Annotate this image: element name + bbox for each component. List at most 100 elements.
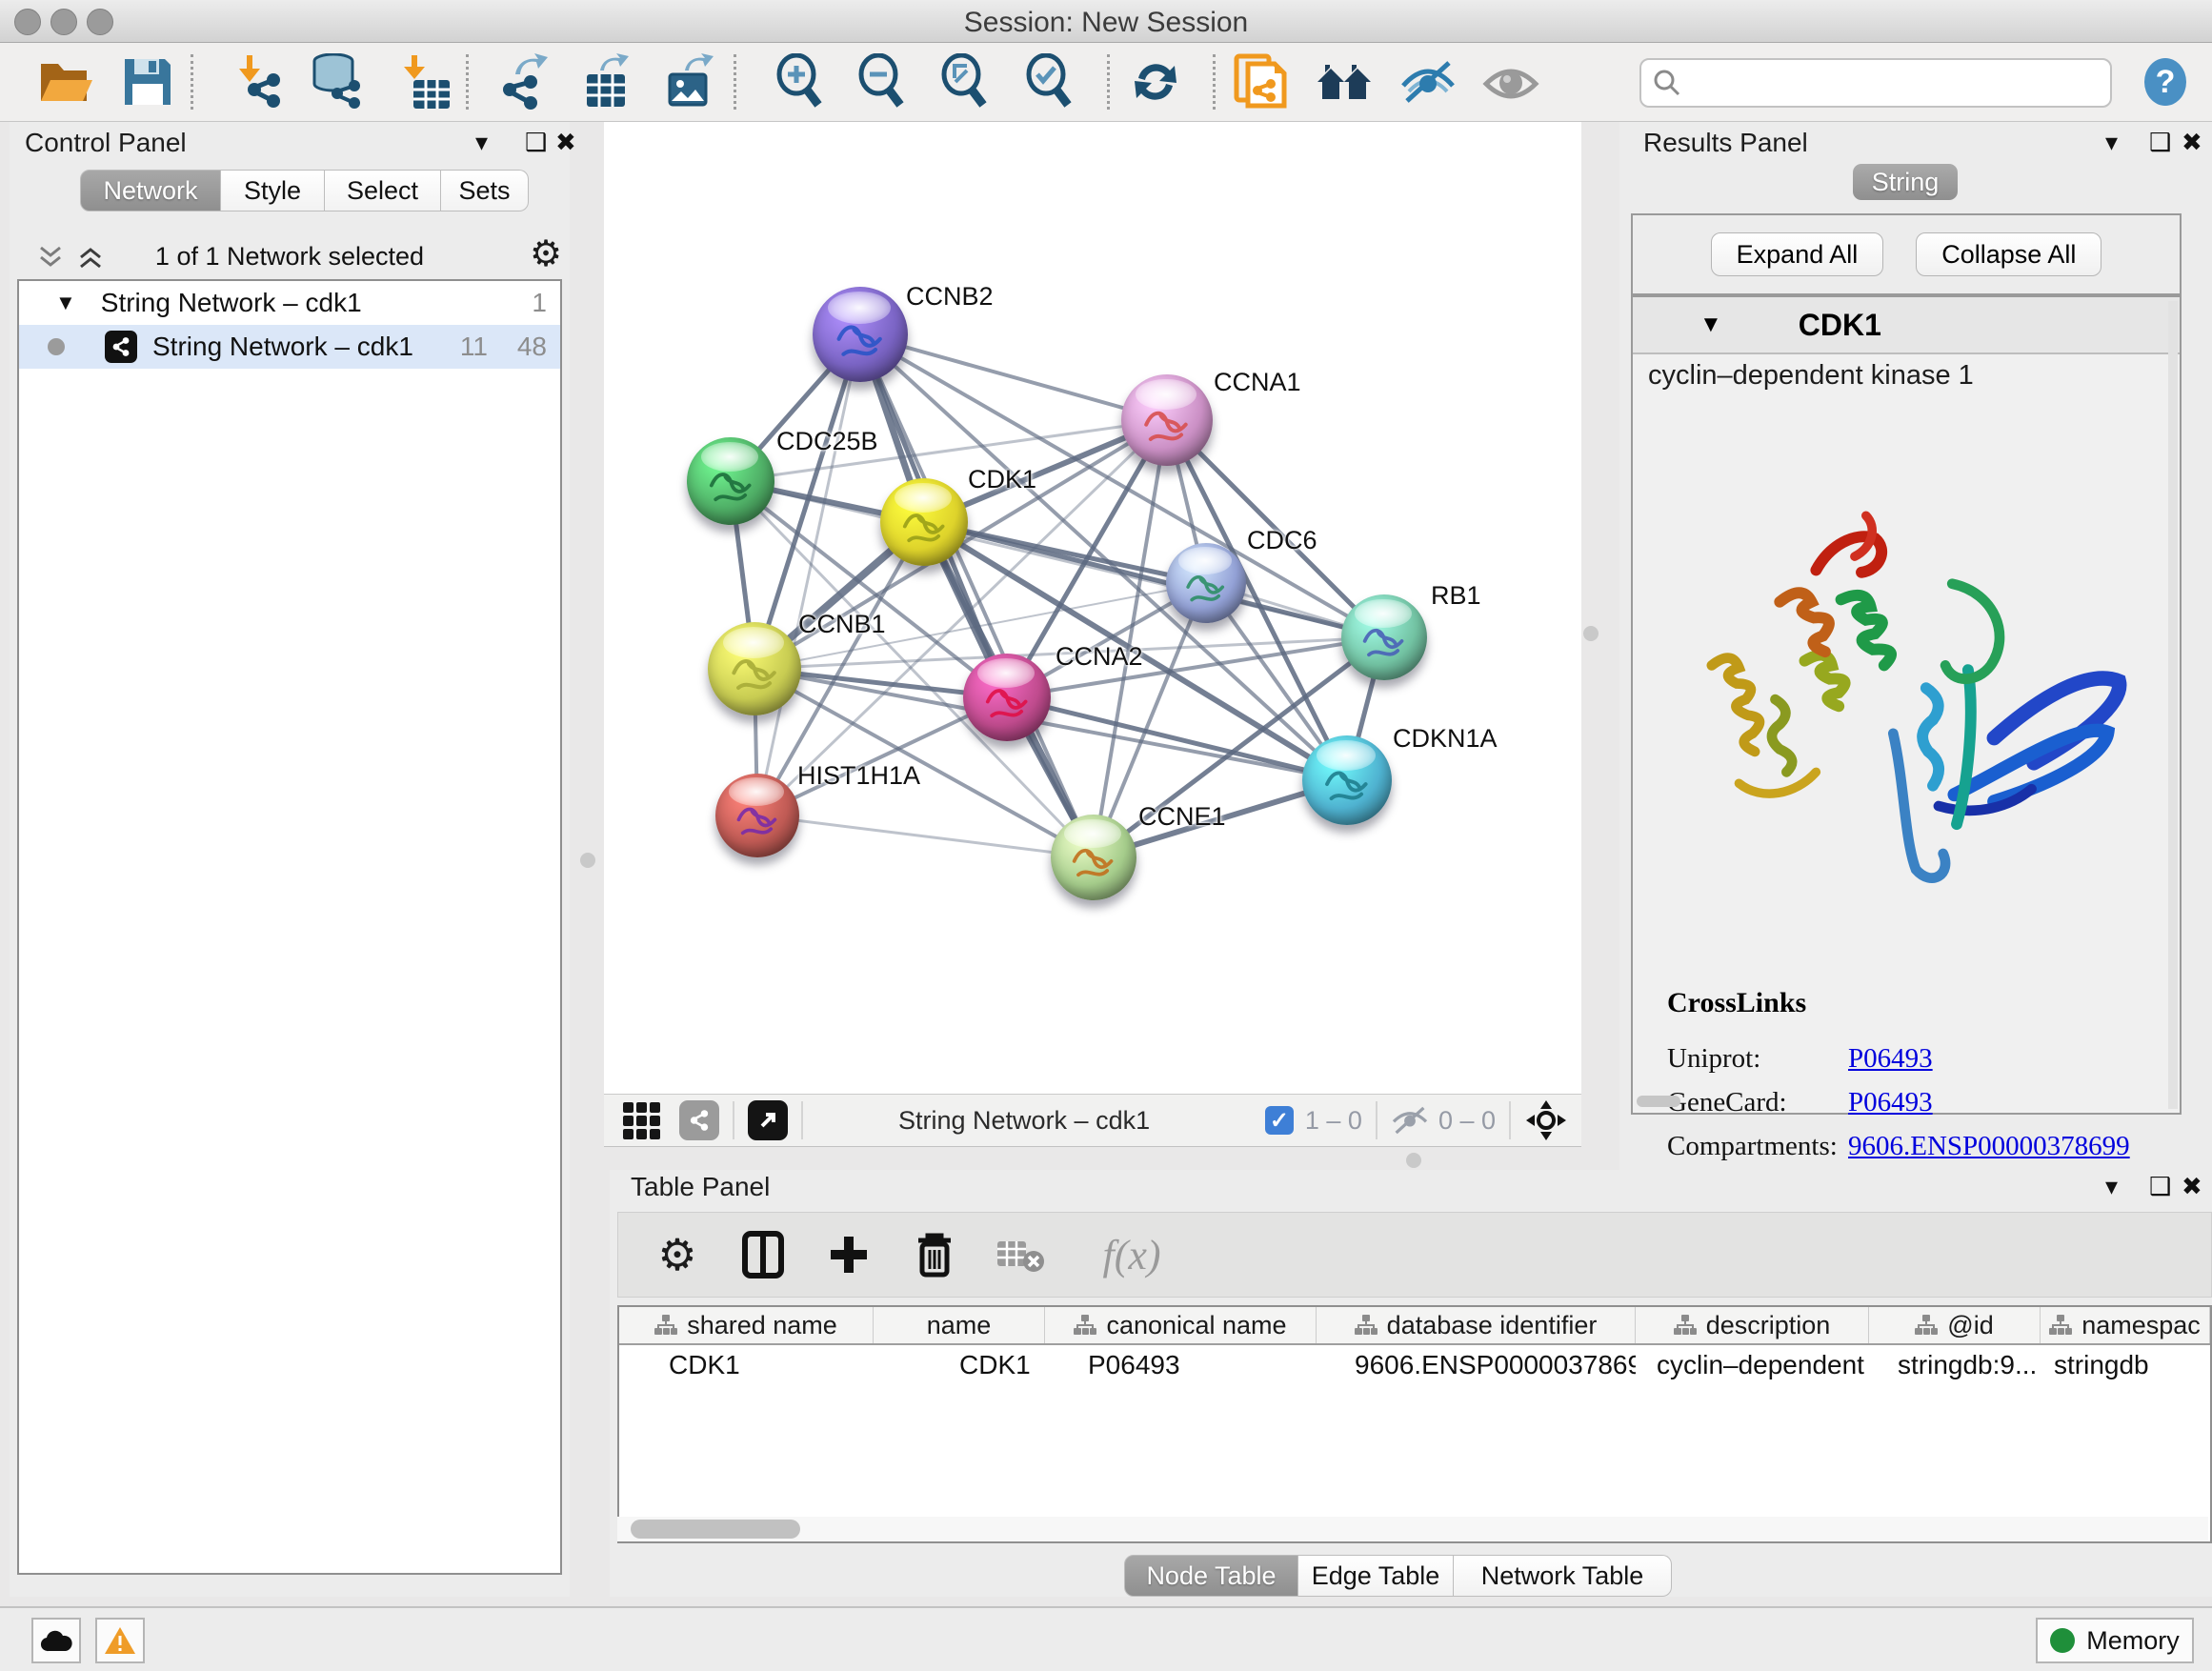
table-cell[interactable]: CDK1 [874,1350,1045,1380]
export-image-button[interactable] [660,52,719,111]
table-cell[interactable]: stringdb [2041,1350,2210,1380]
card-hscroll-thumb[interactable] [1637,1096,1680,1107]
search-input[interactable] [1689,68,2110,99]
table-hscrollbar[interactable] [617,1517,2208,1541]
network-node-CDK1[interactable] [880,478,968,566]
network-node-HIST1H1A[interactable] [715,774,799,857]
zoom-selected-button[interactable] [1020,52,1079,111]
network-node-CCNE1[interactable] [1051,815,1136,900]
help-button[interactable]: ? [2136,52,2195,111]
tab-style[interactable]: Style [221,170,325,211]
hide-selected-button[interactable] [1398,52,1458,111]
delete-column-icon[interactable] [908,1228,961,1281]
bottom-splitter-handle[interactable] [1406,1153,1421,1168]
panel-close-icon[interactable]: ✖ [2182,1172,2202,1201]
import-network-from-database-button[interactable] [308,52,367,111]
network-node-CCNB1[interactable] [708,622,801,715]
add-column-icon[interactable] [822,1228,875,1281]
selected-counts: 1 – 0 [1305,1106,1362,1136]
collapse-all-button[interactable]: Collapse All [1916,232,2101,276]
network-node-CDC25B[interactable] [687,437,774,525]
network-node-CDC6[interactable] [1166,543,1246,623]
search-box[interactable] [1639,58,2112,108]
refresh-layout-button[interactable] [1126,52,1185,111]
right-splitter-handle[interactable] [1583,626,1599,641]
eye-icon [1482,57,1539,107]
network-list: ▼ String Network – cdk1 1 String Network… [17,279,562,1575]
import-network-button[interactable] [228,52,287,111]
tab-network-table[interactable]: Network Table [1454,1555,1672,1597]
table-cell[interactable]: 9606.ENSP00000378699 [1317,1350,1636,1380]
card-vscroll-track[interactable] [2168,301,2178,1109]
left-splitter-handle[interactable] [580,853,595,868]
panel-close-icon[interactable]: ✖ [2182,128,2202,157]
crosslink-link[interactable]: P06493 [1848,1087,1933,1118]
import-table-button[interactable] [395,52,454,111]
tab-network[interactable]: Network [80,170,221,211]
network-node-CCNB2[interactable] [813,287,908,382]
panel-undock-icon[interactable]: ❑ [525,128,547,157]
tab-node-table[interactable]: Node Table [1124,1555,1298,1597]
tab-string[interactable]: String [1853,164,1958,200]
open-session-button[interactable] [35,52,94,111]
automation-cloud-button[interactable] [31,1618,81,1663]
show-columns-icon[interactable] [736,1228,790,1281]
panel-undock-icon[interactable]: ❑ [2149,128,2171,157]
network-node-CCNA2[interactable] [963,654,1051,741]
column-header--id[interactable]: @id [1869,1307,2041,1343]
network-view-canvas[interactable]: CCNB2 CCNA1 CDC25B CDK1 CDC6 RB1 CCNB1 C… [604,122,1581,1094]
table-hscroll-thumb[interactable] [631,1520,800,1539]
table-cell[interactable]: cyclin–dependent ... [1636,1350,1869,1380]
function-builder-button[interactable]: f(x) [1079,1228,1184,1281]
clone-network-view-button[interactable] [1231,52,1290,111]
network-row[interactable]: String Network – cdk1 11 48 [19,325,560,369]
birdseye-grid-icon[interactable] [623,1102,660,1139]
zoom-fit-button[interactable] [935,52,995,111]
zoom-in-button[interactable] [771,52,830,111]
fit-selected-crosshair-icon[interactable] [1524,1098,1568,1142]
crosslink-link[interactable]: P06493 [1848,1043,1933,1075]
open-in-browser-icon[interactable] [748,1100,788,1140]
tab-edge-table[interactable]: Edge Table [1298,1555,1454,1597]
export-network-button[interactable] [494,52,553,111]
collapse-section-icon[interactable]: ▼ [1699,312,1722,338]
home-view-button[interactable] [1316,52,1375,111]
column-header-database-identifier[interactable]: database identifier [1317,1307,1636,1343]
panel-float-icon[interactable]: ▾ [2105,1172,2118,1201]
string-badge-icon[interactable] [679,1100,719,1140]
hidden-eye-slash-icon[interactable] [1391,1104,1429,1137]
network-node-RB1[interactable] [1341,594,1427,680]
protein-card-header[interactable]: ▼ CDK1 [1633,297,2180,354]
expand-all-button[interactable]: Expand All [1711,232,1884,276]
tab-select[interactable]: Select [325,170,441,211]
panel-float-icon[interactable]: ▾ [2105,128,2118,157]
network-node-CCNA1[interactable] [1121,374,1213,466]
zoom-out-button[interactable] [853,52,912,111]
panel-close-icon[interactable]: ✖ [555,128,576,157]
show-all-button[interactable] [1481,52,1540,111]
collection-expand-icon[interactable]: ▼ [55,291,76,315]
table-cell[interactable]: P06493 [1045,1350,1317,1380]
delete-table-icon[interactable] [994,1228,1047,1281]
column-header-description[interactable]: description [1636,1307,1869,1343]
column-header-canonical-name[interactable]: canonical name [1045,1307,1317,1343]
panel-float-icon[interactable]: ▾ [475,128,488,157]
export-table-button[interactable] [577,52,636,111]
column-header-name[interactable]: name [874,1307,1045,1343]
column-header-shared-name[interactable]: shared name [619,1307,874,1343]
table-cell[interactable]: CDK1 [619,1350,874,1380]
column-header-namespac[interactable]: namespac [2041,1307,2210,1343]
network-collection-row[interactable]: ▼ String Network – cdk1 1 [19,281,560,325]
memory-button[interactable]: Memory [2036,1618,2194,1663]
selected-count-checkbox-icon[interactable]: ✓ [1265,1106,1294,1135]
table-cell[interactable]: stringdb:9... [1869,1350,2041,1380]
crosslink-link[interactable]: 9606.ENSP00000378699 [1848,1131,2130,1162]
toolbar-separator [1107,54,1110,110]
warnings-button[interactable] [95,1618,145,1663]
network-options-gear-icon[interactable]: ⚙ [530,236,562,272]
table-options-gear-icon[interactable]: ⚙ [651,1228,704,1281]
tab-sets[interactable]: Sets [441,170,529,211]
network-node-CDKN1A[interactable] [1302,735,1392,825]
panel-undock-icon[interactable]: ❑ [2149,1172,2171,1201]
save-session-button[interactable] [118,52,177,111]
